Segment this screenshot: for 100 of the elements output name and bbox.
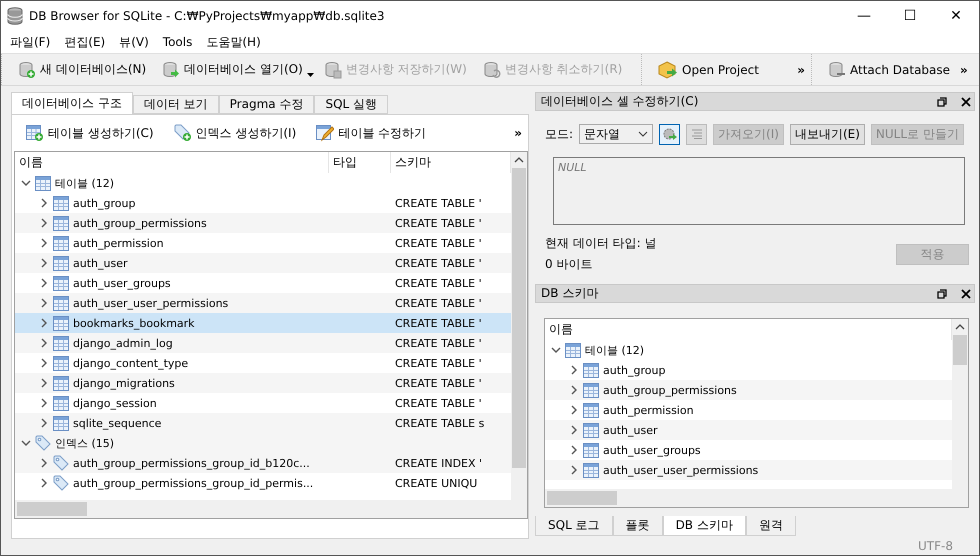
tree-row[interactable]: auth_user CREATE TABLE ' [15,253,511,273]
chevron-right-icon[interactable] [569,405,579,416]
tab[interactable]: 데이터 보기 [132,95,219,114]
scrollbar-thumb[interactable] [17,502,87,516]
cell-editor-field[interactable]: NULL [553,157,965,226]
schema-cell-text: CREATE TABLE ' [394,296,483,310]
overflow-button[interactable]: » [960,62,968,76]
tree-item-name: auth_group_permissions [73,216,207,230]
tree-row[interactable]: auth_user_groups [545,440,952,460]
tab[interactable]: SQL 실행 [314,95,388,114]
table-icon [583,422,599,438]
tree-row[interactable]: sqlite_sequence CREATE TABLE s [15,413,511,433]
tree-row[interactable]: auth_permission [545,400,952,420]
horizontal-scrollbar[interactable] [545,489,968,508]
schema-cell-text: CREATE UNIQU [394,476,478,490]
schema-cell-text: CREATE TABLE ' [394,336,483,350]
tree-row[interactable]: auth_group_permissions_group_id_b120c... CREATE INDEX ' [15,453,511,473]
tree-item-name: auth_user_user_permissions [603,464,758,477]
menu-item[interactable]: 도움말(H) [201,34,266,50]
menu-item[interactable]: 파일(F) [5,34,56,50]
tree-item-name: auth_permission [603,404,694,417]
menu-item[interactable]: 뷰(V) [114,34,154,50]
horizontal-scrollbar[interactable] [15,500,527,518]
schema-cell-text: CREATE TABLE ' [394,196,483,210]
tab[interactable]: DB 스키마 [662,516,746,536]
chevron-down-icon[interactable] [21,438,31,448]
schema-cell-text: CREATE TABLE ' [394,256,483,270]
tree-row[interactable]: auth_group_permissions CREATE TABLE ' [15,213,511,233]
tree-item-name: sqlite_sequence [73,416,162,430]
table-icon [53,336,69,350]
tab[interactable]: 데이터베이스 구조 [11,92,133,114]
table-edit-icon [316,124,334,142]
table-icon [53,396,69,410]
toolbar-button[interactable]: 새 데이터베이스(N) [12,58,152,80]
action-button[interactable]: 테이블 생성하기(C) [20,122,160,144]
tree-row[interactable]: auth_user_user_permissions [545,460,952,480]
lines-icon [690,129,703,140]
box-icon [658,60,678,78]
tree-row[interactable]: auth_user_user_permissions CREATE TABLE ' [15,293,511,313]
scrollbar-thumb[interactable] [547,491,617,506]
schema-cell-text: CREATE TABLE ' [394,276,483,290]
chevron-down-icon[interactable] [551,345,561,356]
chevron-down-icon[interactable] [21,178,31,188]
chevron-right-icon[interactable] [569,385,579,396]
database-open-icon [162,60,180,78]
schema-cell-text: CREATE INDEX ' [394,456,484,470]
menu-item[interactable]: 편집(E) [59,34,110,50]
mode-label: 모드: [545,126,574,143]
schema-cell-text: CREATE TABLE ' [394,356,483,370]
tree-row[interactable]: bookmarks_bookmark CREATE TABLE ' [15,313,511,333]
tree-row[interactable]: auth_user [545,420,952,440]
toolbar-button[interactable]: Attach Database [822,58,956,80]
gear-arrow-button[interactable] [659,124,680,145]
chevron-right-icon[interactable] [569,425,579,436]
tree-item-name: auth_group [603,364,666,377]
scrollbar-thumb[interactable] [953,335,967,366]
tree-item-name: bookmarks_bookmark [73,316,195,330]
table-icon [583,362,599,378]
tree-row[interactable]: django_migrations CREATE TABLE ' [15,373,511,393]
vertical-scrollbar[interactable] [952,319,968,490]
chevron-right-icon[interactable] [569,365,579,376]
overflow-button[interactable]: » [514,126,522,140]
dock-title: 데이터베이스 셀 수정하기(C) [541,93,700,110]
tree-row[interactable]: django_admin_log CREATE TABLE ' [15,333,511,353]
schema-cell-text: CREATE TABLE ' [394,316,483,330]
chevron-right-icon[interactable] [569,465,579,476]
tree-item-name: auth_user [603,424,658,437]
scrollbar-thumb[interactable] [512,168,526,468]
tag-add-icon [174,124,192,142]
table-icon [53,296,69,310]
tree-row[interactable]: auth_group_permissions [545,380,952,400]
table-icon [53,236,69,250]
dropdown-caret-icon[interactable] [306,73,314,77]
tab[interactable]: SQL 로그 [535,516,613,536]
table-add-icon [26,124,44,142]
panel-button[interactable]: 내보내기(E) [790,124,865,145]
table-icon [53,276,69,290]
tab[interactable]: 원격 [746,516,796,536]
vertical-scrollbar[interactable] [511,152,527,500]
tab[interactable]: Pragma 수정 [218,95,314,114]
tree-item-name: auth_group [73,196,136,210]
tree-item-name: auth_user_user_permissions [73,296,228,310]
tab[interactable]: 플롯 [612,516,663,536]
chevron-right-icon[interactable] [569,445,579,456]
tree-group-label: 테이블 (12) [55,176,114,190]
toolbar-button[interactable]: 데이터베이스 열기(O) [156,58,309,80]
tree-group-label: 테이블 (12) [585,342,644,358]
mode-select[interactable]: 문자열 [579,124,654,144]
chevron-down-icon[interactable] [638,131,648,138]
action-button[interactable]: 테이블 수정하기 [310,122,432,144]
toolbar-button[interactable]: Open Project [652,58,765,80]
tree-item-name: auth_user_groups [73,276,171,290]
tree-row[interactable]: auth_group [545,360,952,380]
schema-cell-text: CREATE TABLE ' [394,396,483,410]
table-icon [53,316,69,330]
overflow-button[interactable]: » [797,62,805,76]
menu-item[interactable]: Tools [158,35,198,49]
action-button[interactable]: 인덱스 생성하기(I) [168,122,302,144]
table-icon [583,382,599,398]
tree-row[interactable]: 인덱스 (15) [15,433,511,453]
